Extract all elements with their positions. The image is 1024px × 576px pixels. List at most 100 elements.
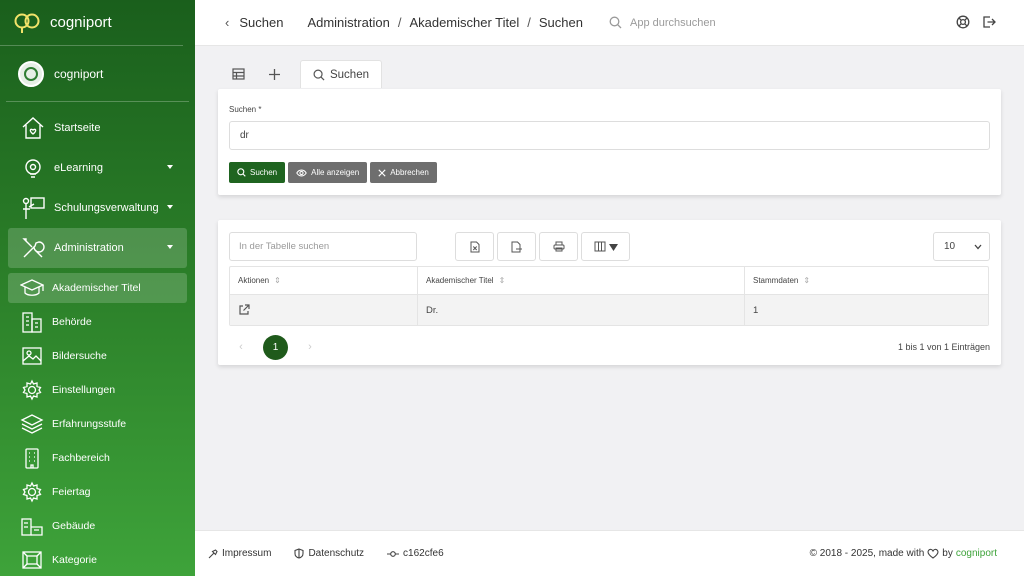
export-pdf-button[interactable]: [497, 232, 536, 261]
tab-add[interactable]: [256, 60, 292, 88]
avatar: [18, 60, 44, 87]
lightbulb-icon: [25, 159, 41, 178]
layers-icon: [20, 414, 44, 434]
sidebar-item-schulungsverwaltung[interactable]: Schulungsverwaltung: [8, 188, 187, 228]
shield-icon: [294, 548, 305, 559]
print-icon: [553, 241, 564, 252]
view-tabs: Suchen: [220, 58, 382, 88]
building-icon: [25, 448, 39, 469]
next-page-button[interactable]: ›: [298, 335, 322, 359]
breadcrumb-item[interactable]: Akademischer Titel: [409, 15, 519, 30]
buildings-icon: [22, 312, 42, 333]
commit-icon: [387, 550, 400, 557]
table-search-input[interactable]: In der Tabelle suchen: [229, 232, 417, 261]
cancel-button[interactable]: Abbrechen: [370, 162, 437, 183]
search-icon: [609, 16, 622, 29]
sidebar-item-label: Akademischer Titel: [52, 282, 141, 294]
sort-icon: ⇕: [274, 276, 281, 285]
campus-icon: [21, 518, 43, 536]
page-button-current[interactable]: 1: [263, 334, 288, 360]
graduation-cap-icon: [20, 279, 44, 296]
results-table-card: In der Tabelle suchen 10 Aktionen ⇕ Akad…: [218, 220, 1001, 365]
sidebar-subitem-erfahrungsstufe[interactable]: Erfahrungsstufe: [8, 409, 187, 439]
chevron-down-icon: [167, 245, 173, 249]
pagination-info: 1 bis 1 von 1 Einträgen: [897, 342, 990, 352]
breadcrumb: Administration / Akademischer Titel / Su…: [307, 15, 583, 30]
sidebar-subitem-behoerde[interactable]: Behörde: [8, 307, 187, 337]
sort-icon: ⇕: [498, 276, 506, 285]
search-icon: [237, 168, 246, 177]
help-icon[interactable]: [956, 15, 970, 29]
footer: Impressum Datenschutz c162cfe6 © 2018 - …: [195, 530, 1024, 576]
cell-stammdaten: 1: [753, 304, 759, 316]
tab-table-view[interactable]: [220, 60, 256, 88]
tab-search[interactable]: Suchen: [300, 60, 382, 88]
column-visibility-button[interactable]: [581, 232, 630, 261]
prev-page-button[interactable]: ‹: [229, 335, 253, 359]
sidebar-subitem-einstellungen[interactable]: Einstellungen: [8, 375, 187, 405]
breadcrumb-item[interactable]: Administration: [307, 15, 389, 30]
plus-icon: [268, 68, 280, 80]
sort-icon: ⇕: [803, 276, 811, 285]
sidebar-item-startseite[interactable]: Startseite: [8, 108, 187, 148]
brand[interactable]: cogniport: [0, 0, 183, 46]
cell-akademischer-titel: Dr.: [418, 295, 745, 325]
sidebar-item-label: Gebäude: [52, 520, 96, 532]
user-profile[interactable]: cogniport: [6, 46, 189, 102]
sidebar-item-label: Behörde: [52, 316, 92, 328]
search-button[interactable]: Suchen: [229, 162, 286, 183]
sidebar-item-label: Bildersuche: [52, 350, 107, 362]
pagination: ‹ 1 › 1 bis 1 von 1 Einträgen: [229, 333, 990, 361]
close-icon: [378, 168, 386, 177]
sidebar-item-label: Einstellungen: [52, 384, 116, 396]
search-input[interactable]: App durchsuchen: [630, 17, 716, 29]
page-size-select[interactable]: 10: [933, 232, 990, 261]
version-commit: c162cfe6: [387, 548, 444, 559]
back-label: Suchen: [239, 15, 284, 30]
sidebar-item-administration[interactable]: Administration: [8, 228, 187, 268]
heart-icon: [927, 548, 939, 559]
file-excel-icon: [470, 241, 479, 252]
logout-icon[interactable]: [982, 15, 996, 29]
external-link-icon[interactable]: [238, 304, 250, 316]
footer-brand-link[interactable]: cogniport: [956, 548, 997, 559]
datenschutz-link[interactable]: Datenschutz: [294, 548, 364, 559]
sidebar-item-label: Schulungsverwaltung: [54, 202, 159, 214]
column-header-stammdaten[interactable]: Stammdaten ⇕: [745, 267, 988, 294]
sidebar-nav: Startseite eLearning Schulungsverwaltung…: [0, 102, 195, 576]
column-header-akademischer-titel[interactable]: Akademischer Titel ⇕: [418, 267, 745, 294]
sidebar-subitem-fachbereich[interactable]: Fachbereich: [8, 443, 187, 473]
sidebar-item-label: eLearning: [54, 162, 103, 174]
sidebar-subitem-akademischer-titel[interactable]: Akademischer Titel: [8, 273, 187, 303]
sidebar-item-elearning[interactable]: eLearning: [8, 148, 187, 188]
search-field[interactable]: [229, 121, 990, 150]
brand-name: cogniport: [50, 14, 112, 31]
teacher-board-icon: [22, 197, 45, 219]
print-button[interactable]: [539, 232, 578, 261]
eye-icon: [296, 169, 307, 176]
export-excel-button[interactable]: [455, 232, 494, 261]
column-header-aktionen[interactable]: Aktionen ⇕: [230, 267, 418, 294]
caret-down-icon: [608, 243, 618, 251]
row-actions: [230, 295, 418, 325]
app-search[interactable]: App durchsuchen: [609, 16, 716, 29]
tab-label: Suchen: [329, 68, 369, 81]
impressum-link[interactable]: Impressum: [208, 548, 271, 559]
sidebar-subitem-gebaeude[interactable]: Gebäude: [8, 511, 187, 541]
tools-icon: [22, 238, 45, 258]
search-form-card: Suchen * Suchen Alle anzeigen Abbrechen: [218, 89, 1001, 195]
sidebar-subitem-bildersuche[interactable]: Bildersuche: [8, 341, 187, 371]
sidebar: cogniport cogniport Startseite eLearning…: [0, 0, 195, 576]
chevron-down-icon: [167, 205, 173, 209]
sidebar-subitem-feiertag[interactable]: Feiertag: [8, 477, 187, 507]
breadcrumb-item: Suchen: [538, 15, 583, 30]
sidebar-item-label: Erfahrungsstufe: [52, 418, 127, 430]
gear-icon: [22, 379, 42, 401]
topbar: ‹ Suchen Administration / Akademischer T…: [195, 0, 1024, 46]
back-button[interactable]: ‹ Suchen: [225, 15, 283, 30]
home-heart-icon: [22, 117, 44, 139]
show-all-button[interactable]: Alle anzeigen: [288, 162, 368, 183]
sidebar-item-label: Feiertag: [52, 486, 91, 498]
chevron-down-icon: [974, 244, 982, 249]
sidebar-subitem-kategorie[interactable]: Kategorie: [8, 545, 187, 575]
